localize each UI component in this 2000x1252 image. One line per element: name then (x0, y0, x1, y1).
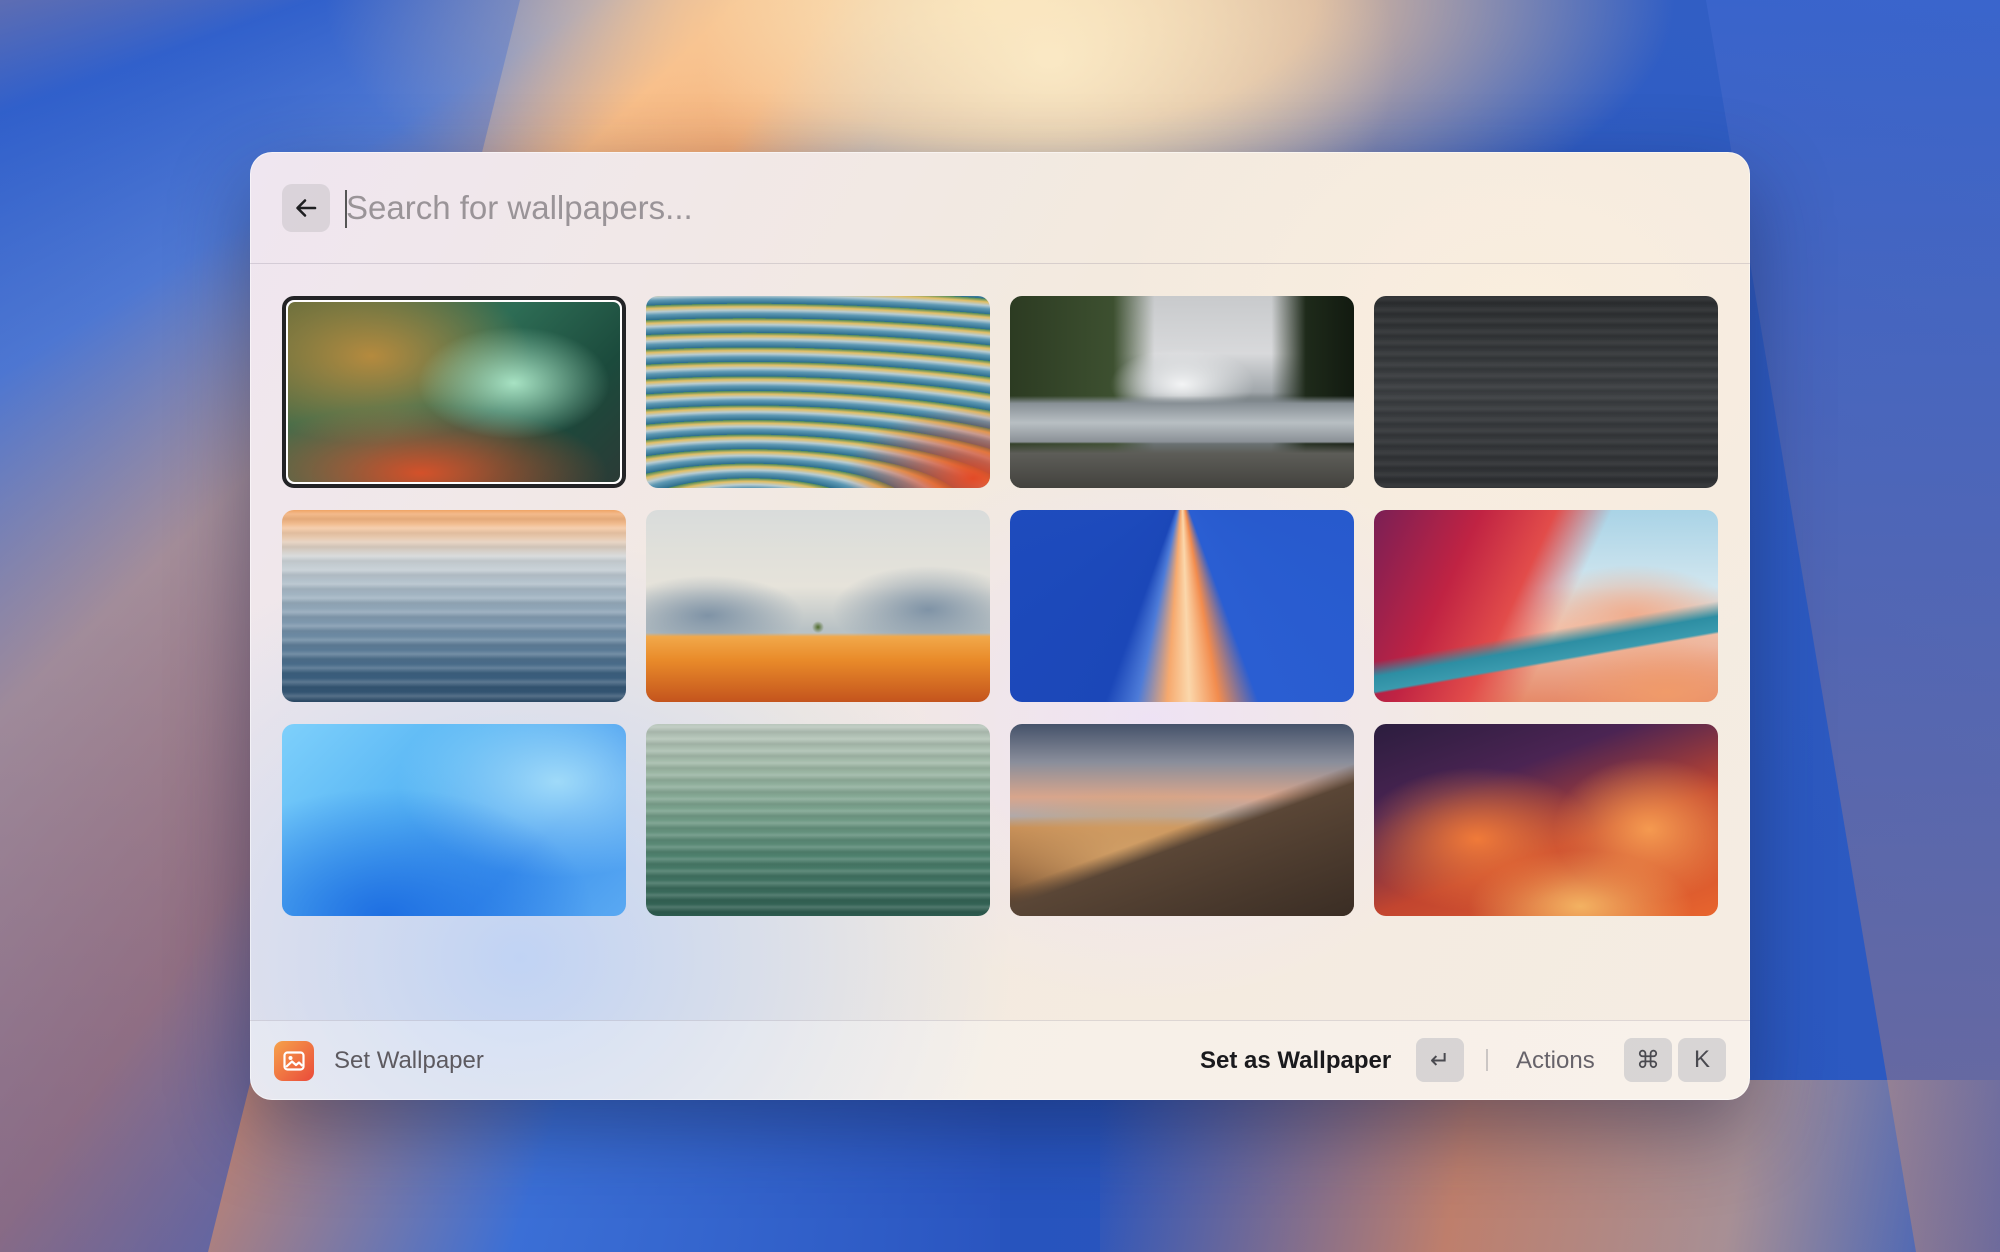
wallpaper-thumbnail (1010, 724, 1354, 916)
arrow-left-icon (296, 199, 317, 217)
wallpaper-tile[interactable] (282, 510, 626, 702)
back-button[interactable] (282, 184, 330, 232)
enter-key-hint[interactable]: ↵ (1416, 1038, 1464, 1082)
wallpaper-tile[interactable] (1374, 296, 1718, 488)
wallpaper-tile[interactable] (1010, 724, 1354, 916)
wallpaper-tile[interactable] (646, 510, 990, 702)
wallpaper-tile[interactable] (1010, 296, 1354, 488)
launcher-window: Set Wallpaper Set as Wallpaper ↵ Actions… (250, 152, 1750, 1100)
wallpaper-thumbnail (646, 724, 990, 916)
wallpaper-thumbnail (646, 296, 990, 488)
wallpaper-tile[interactable] (282, 296, 626, 488)
wallpaper-tile[interactable] (1374, 510, 1718, 702)
k-key-hint[interactable]: K (1678, 1038, 1726, 1082)
search-header (250, 152, 1750, 264)
set-as-wallpaper-button[interactable]: Set as Wallpaper (1200, 1047, 1391, 1075)
search-input[interactable] (346, 178, 1646, 238)
actions-button[interactable]: Actions (1516, 1047, 1595, 1075)
extension-name: Set Wallpaper (334, 1047, 484, 1074)
wallpaper-tile[interactable] (646, 296, 990, 488)
wallpaper-grid (282, 296, 1718, 916)
command-key-hint[interactable]: ⌘ (1624, 1038, 1672, 1082)
wallpaper-tile[interactable] (1374, 724, 1718, 916)
wallpaper-thumbnail (288, 302, 620, 482)
wallpaper-thumbnail (282, 510, 626, 702)
image-icon (274, 1041, 314, 1081)
wallpaper-tile[interactable] (646, 724, 990, 916)
wallpaper-thumbnail (1010, 296, 1354, 488)
wallpaper-thumbnail (1374, 296, 1718, 488)
wallpaper-beam-bottom (1100, 1080, 2000, 1252)
wallpaper-thumbnail (1010, 510, 1354, 702)
wallpaper-tile[interactable] (1010, 510, 1354, 702)
wallpaper-thumbnail (282, 724, 626, 916)
wallpaper-tile[interactable] (282, 724, 626, 916)
footer-divider (1486, 1049, 1488, 1071)
wallpaper-thumbnail (646, 510, 990, 702)
wallpaper-thumbnail (1374, 724, 1718, 916)
wallpaper-thumbnail (1374, 510, 1718, 702)
action-bar: Set Wallpaper Set as Wallpaper ↵ Actions… (250, 1020, 1750, 1100)
